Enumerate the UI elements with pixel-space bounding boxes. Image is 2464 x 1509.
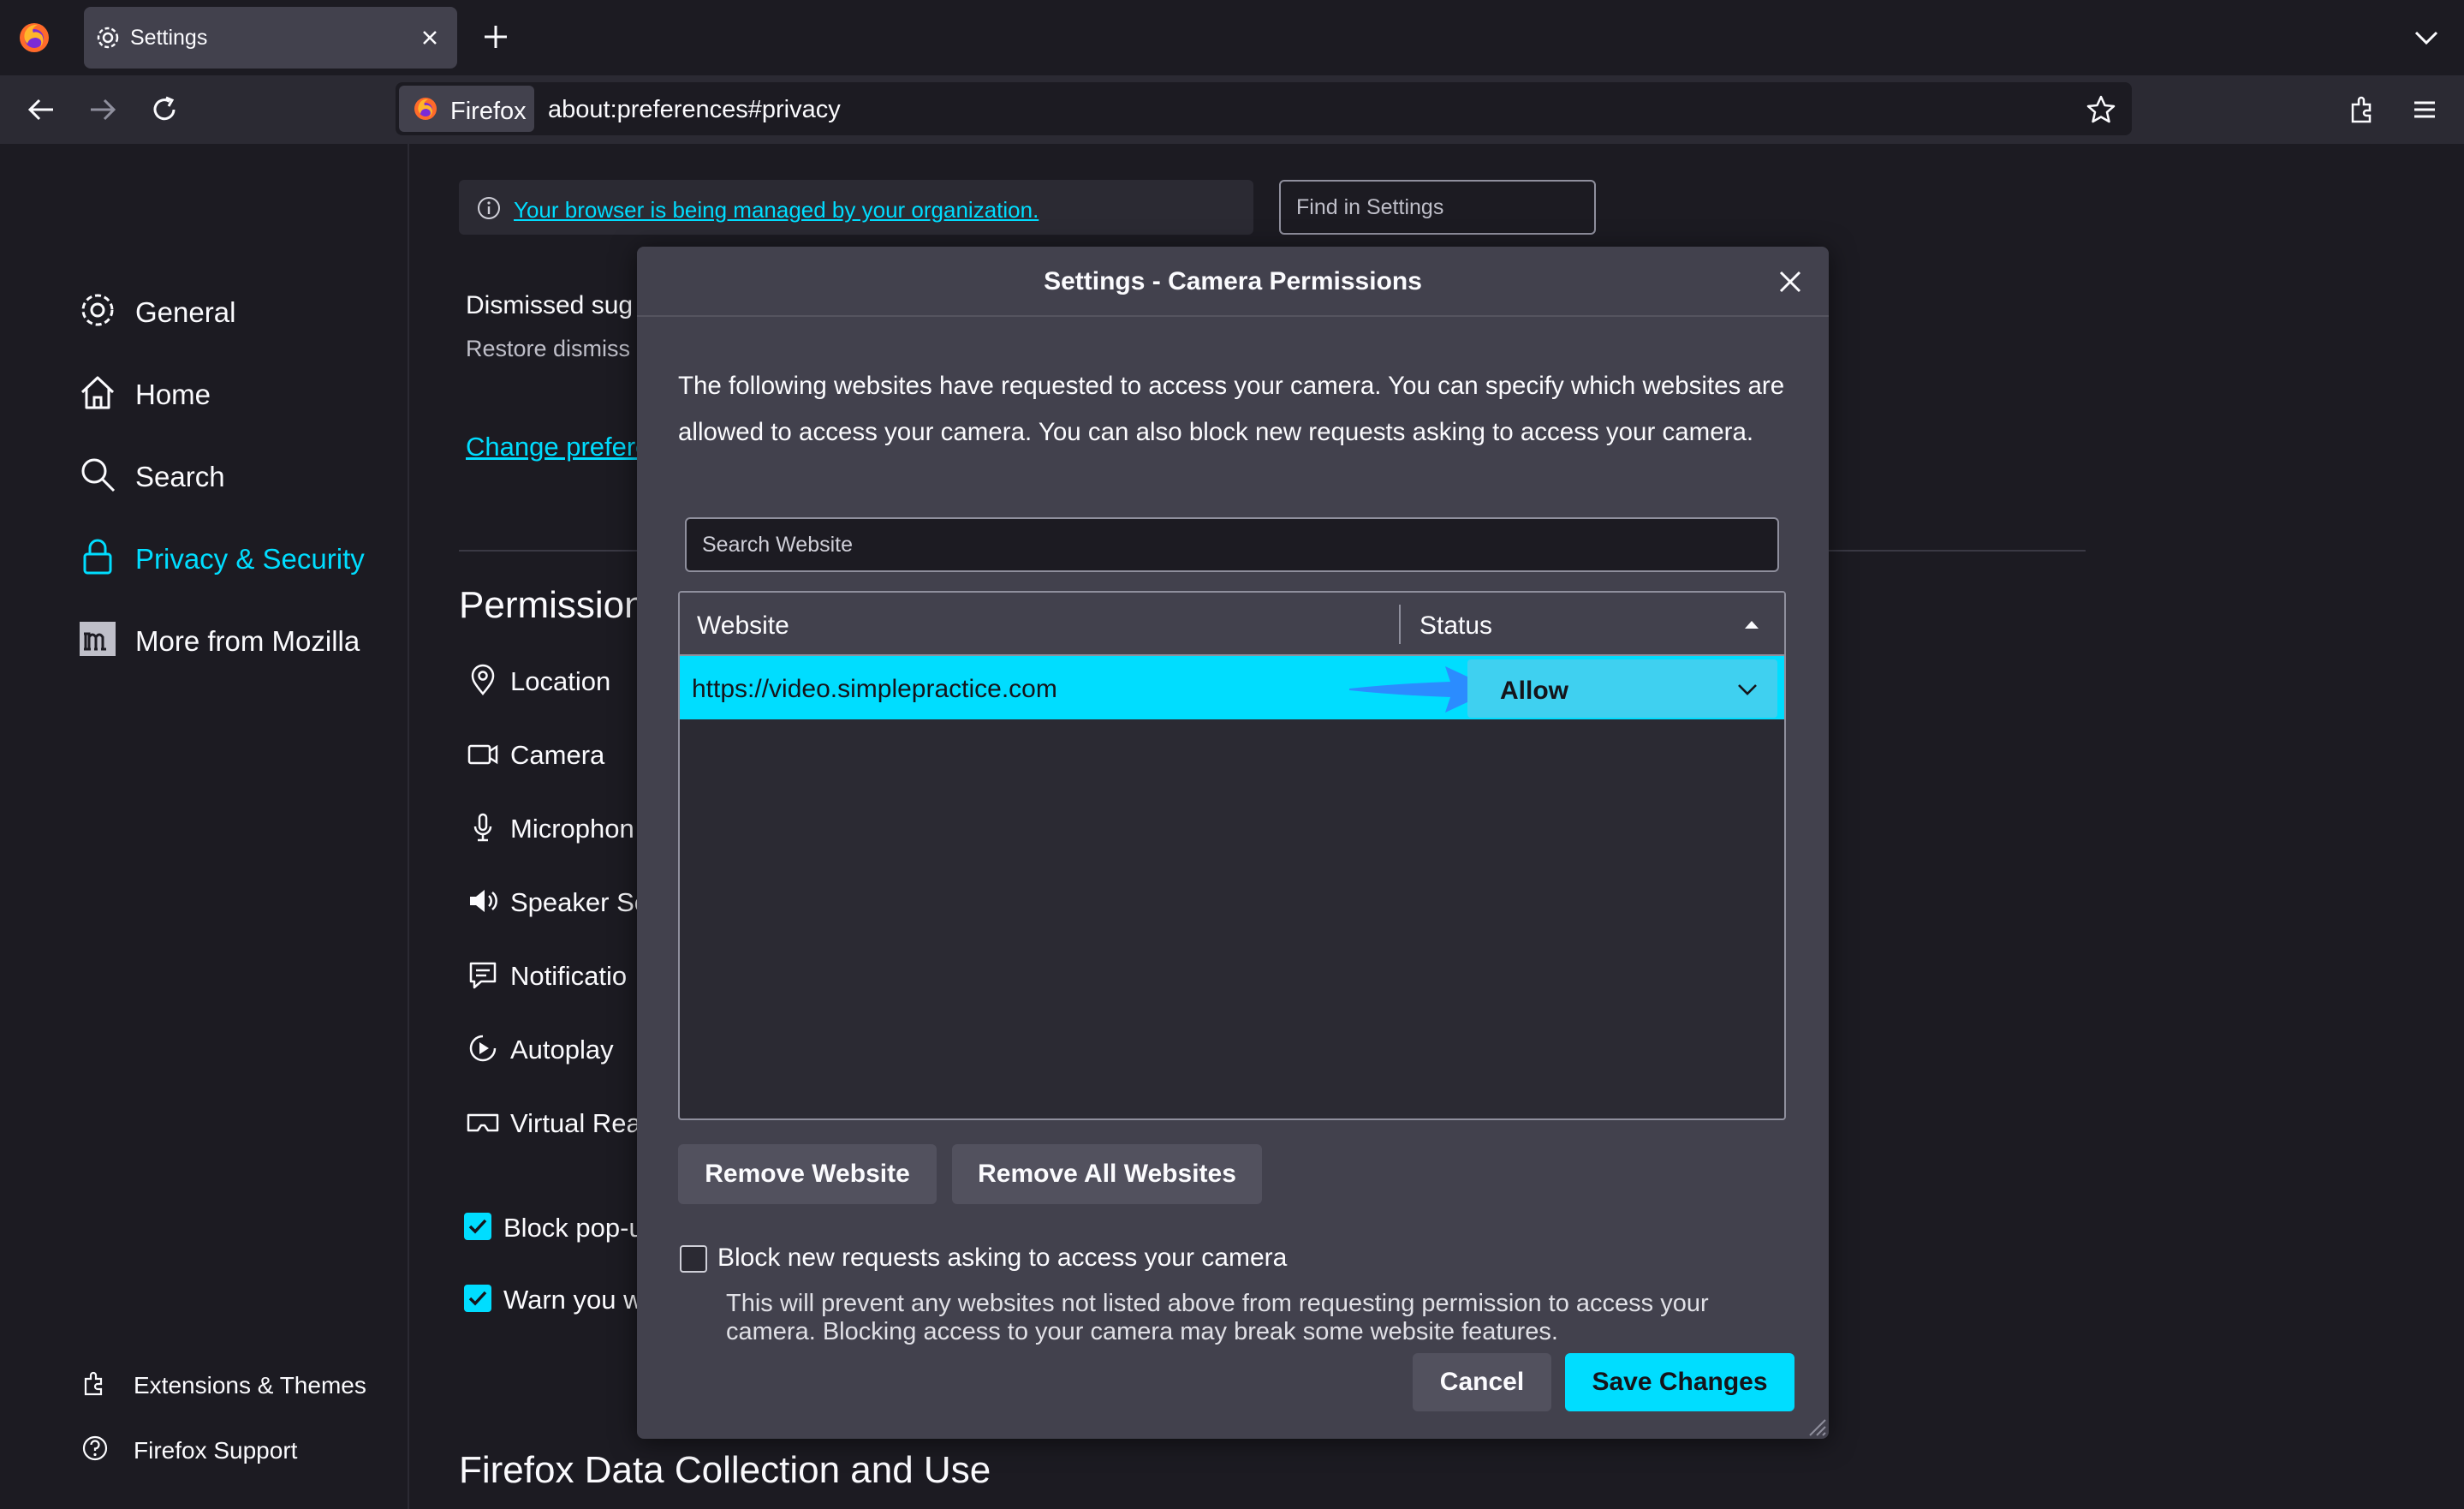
permission-label: Camera xyxy=(510,740,605,770)
search-website-input[interactable] xyxy=(685,517,1779,572)
chevron-down-icon xyxy=(1738,684,1757,695)
help-icon xyxy=(82,1435,108,1461)
website-url: https://video.simplepractice.com xyxy=(692,675,1057,703)
dialog-description: The following websites have requested to… xyxy=(678,372,1785,446)
extension-icon xyxy=(84,1371,103,1396)
tab-settings[interactable]: Settings xyxy=(84,7,457,69)
change-preferences-link[interactable]: Change prefere xyxy=(466,432,650,462)
sidebar-item-search[interactable]: Search xyxy=(75,449,401,500)
permission-label: Autoplay xyxy=(510,1035,614,1065)
star-icon[interactable] xyxy=(2086,94,2116,125)
resize-grip-icon[interactable] xyxy=(1805,1415,1827,1437)
identity-label: Firefox xyxy=(450,98,527,125)
status-select[interactable]: Allow xyxy=(1467,659,1777,718)
back-arrow-icon[interactable] xyxy=(24,92,58,127)
permission-label: Location xyxy=(510,666,611,696)
checkbox-label: Block pop-u xyxy=(503,1213,644,1243)
permission-label: Microphon xyxy=(510,814,634,844)
notification-icon xyxy=(469,962,497,989)
url-text[interactable]: about:preferences#privacy xyxy=(548,96,841,124)
new-tab-icon[interactable] xyxy=(481,22,510,51)
status-value: Allow xyxy=(1500,677,1568,705)
vr-icon xyxy=(467,1113,499,1132)
column-separator xyxy=(1399,605,1401,644)
save-changes-button[interactable]: Save Changes xyxy=(1565,1353,1794,1411)
sidebar-item-home[interactable]: Home xyxy=(75,367,401,418)
reload-icon[interactable] xyxy=(147,92,182,127)
block-new-requests-label[interactable]: Block new requests asking to access your… xyxy=(717,1244,1287,1273)
data-collection-heading: Firefox Data Collection and Use xyxy=(459,1449,991,1491)
checkbox-label: Warn you w xyxy=(503,1285,643,1315)
website-table: Website Status https://video.simplepract… xyxy=(678,591,1786,1120)
checkbox-checked[interactable] xyxy=(464,1285,491,1312)
column-header-status[interactable]: Status xyxy=(1419,611,1492,641)
block-new-requests-checkbox[interactable] xyxy=(680,1245,707,1273)
close-icon[interactable] xyxy=(1776,267,1805,296)
checkbox-checked[interactable] xyxy=(464,1213,491,1240)
nav-bar: Firefox about:preferences#privacy xyxy=(0,75,2464,144)
sidebar-item-label: Extensions & Themes xyxy=(134,1372,366,1399)
sidebar: General Home Search Privacy & Security M… xyxy=(0,144,409,1509)
dialog-title: Settings - Camera Permissions xyxy=(1044,267,1422,295)
sidebar-item-privacy[interactable]: Privacy & Security xyxy=(75,531,401,582)
location-icon xyxy=(471,664,495,695)
remove-all-websites-button[interactable]: Remove All Websites xyxy=(952,1144,1262,1204)
chevron-down-icon[interactable] xyxy=(2413,26,2440,50)
permission-label: Notificatio xyxy=(510,961,628,991)
tab-strip: Settings xyxy=(0,0,2464,75)
sidebar-item-mozilla[interactable]: More from Mozilla xyxy=(75,613,401,665)
find-in-settings-input[interactable] xyxy=(1279,180,1596,235)
lock-icon xyxy=(83,539,112,575)
speaker-icon xyxy=(470,890,497,912)
sidebar-item-label: Home xyxy=(135,379,211,410)
sidebar-item-label: Search xyxy=(135,461,225,492)
forward-arrow-icon[interactable] xyxy=(86,92,120,127)
column-header-website[interactable]: Website xyxy=(697,611,789,641)
dialog-header: Settings - Camera Permissions xyxy=(637,247,1829,317)
autoplay-icon xyxy=(469,1035,497,1062)
sidebar-item-label: More from Mozilla xyxy=(135,625,360,657)
sidebar-item-label: General xyxy=(135,296,236,328)
camera-icon xyxy=(467,744,498,765)
microphone-icon xyxy=(473,813,492,842)
table-header: Website Status xyxy=(680,593,1784,656)
dismissed-suggestions-title: Dismissed sug xyxy=(466,291,634,319)
sidebar-item-support[interactable]: Firefox Support xyxy=(79,1428,404,1466)
close-tab-icon[interactable] xyxy=(418,26,442,50)
camera-permissions-dialog: Settings - Camera Permissions The follow… xyxy=(637,247,1829,1439)
block-new-requests-description: This will prevent any websites not liste… xyxy=(726,1290,1709,1345)
firefox-logo-icon[interactable] xyxy=(17,21,51,55)
sidebar-item-extensions[interactable]: Extensions & Themes xyxy=(79,1363,404,1401)
sort-ascending-icon xyxy=(1743,618,1760,630)
extensions-icon[interactable] xyxy=(2346,92,2380,127)
menu-icon[interactable] xyxy=(2407,92,2442,127)
table-row[interactable]: https://video.simplepractice.com Allow xyxy=(680,656,1784,719)
cancel-button[interactable]: Cancel xyxy=(1413,1353,1551,1411)
info-icon xyxy=(478,197,500,219)
mozilla-icon xyxy=(80,622,116,656)
sidebar-item-label: Firefox Support xyxy=(134,1437,298,1464)
sidebar-item-general[interactable]: General xyxy=(75,284,401,336)
managed-notice-link[interactable]: Your browser is being managed by your or… xyxy=(514,197,1039,224)
restore-dismissed-text: Restore dismiss xyxy=(466,336,631,361)
permission-label: Speaker Se xyxy=(510,887,649,917)
tab-title: Settings xyxy=(130,26,208,50)
search-icon xyxy=(81,458,116,492)
firefox-icon xyxy=(414,98,437,120)
home-icon xyxy=(80,376,115,409)
permissions-heading: Permissions xyxy=(459,584,664,626)
managed-notice: Your browser is being managed by your or… xyxy=(459,180,1253,235)
identity-box[interactable]: Firefox xyxy=(399,86,534,132)
remove-website-button[interactable]: Remove Website xyxy=(678,1144,937,1204)
url-bar[interactable]: Firefox about:preferences#privacy xyxy=(396,82,2132,135)
gear-icon xyxy=(92,22,123,53)
permission-label: Virtual Rea xyxy=(510,1108,641,1138)
sidebar-item-label: Privacy & Security xyxy=(135,543,365,575)
gear-icon xyxy=(81,294,114,326)
